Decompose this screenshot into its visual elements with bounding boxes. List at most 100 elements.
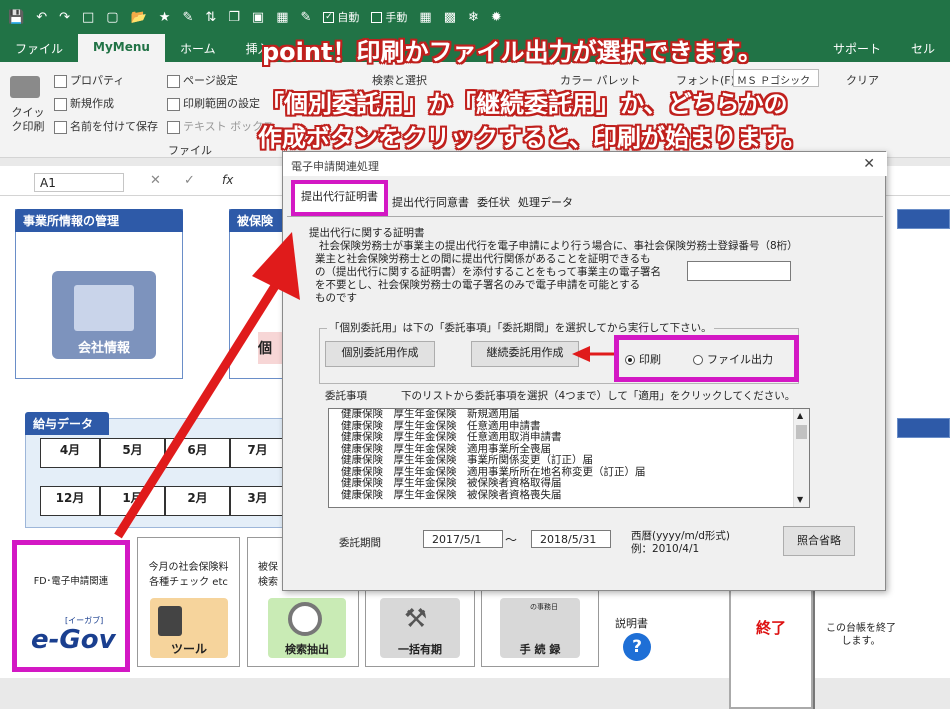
- radio-print[interactable]: 印刷: [625, 351, 661, 367]
- month-cell[interactable]: 2月: [165, 486, 230, 516]
- insured-panel: 被保険 個: [229, 209, 289, 379]
- cert-text-line: 業主と社会保険労務士との間に提出代行関係があることを証明できるも: [315, 253, 651, 265]
- tab-home[interactable]: ホーム: [165, 34, 231, 62]
- print-area-button[interactable]: 印刷範囲の設定: [167, 95, 260, 111]
- auto-calc-toggle[interactable]: ✓ 自動: [323, 9, 359, 25]
- settings-icon[interactable]: ✹: [491, 10, 502, 25]
- tab-mymenu[interactable]: MyMenu: [78, 34, 165, 62]
- check-icon[interactable]: ✓: [184, 173, 195, 188]
- tab-power-of-attorney[interactable]: 委任状: [473, 188, 514, 216]
- manual-label: 手動: [385, 11, 408, 24]
- manual-calc-toggle[interactable]: 手動: [371, 9, 407, 25]
- image-icon[interactable]: ▣: [252, 10, 264, 25]
- save-icon[interactable]: 💾: [8, 10, 24, 25]
- cancel-icon[interactable]: ✕: [150, 173, 161, 188]
- month-cell[interactable]: 6月: [165, 438, 230, 468]
- date-from-input[interactable]: 2017/5/1: [423, 530, 503, 548]
- tab-file[interactable]: ファイル: [0, 34, 78, 62]
- period-separator: ～: [505, 533, 518, 547]
- edit-icon[interactable]: ✎: [301, 10, 312, 25]
- radio-file-output[interactable]: ファイル出力: [693, 351, 773, 367]
- sort-icon[interactable]: ⇅: [205, 10, 216, 25]
- list-scrollbar[interactable]: ▲ ▼: [793, 409, 809, 507]
- entrust-instruction: 下のリストから委託事項を選択（4つまで）して「適用」をクリックしてください。: [401, 390, 796, 402]
- close-icon[interactable]: ✕: [863, 156, 875, 172]
- example-note: 例：2010/4/1: [631, 543, 700, 555]
- undo-icon[interactable]: ↶: [36, 10, 47, 25]
- star-icon[interactable]: ★: [159, 10, 171, 25]
- tool-icon: [158, 606, 182, 636]
- registration-number-input[interactable]: [687, 261, 791, 281]
- radio-selected-icon: [625, 355, 635, 365]
- print-area-label: 印刷範囲の設定: [183, 97, 260, 110]
- right-panel-header-2: [897, 418, 950, 438]
- month-cell[interactable]: 4月: [40, 438, 100, 468]
- notebook-button[interactable]: の事務日 手 続 録: [500, 598, 580, 658]
- company-panel-title: 事業所情報の管理: [15, 209, 183, 232]
- list-item[interactable]: 健康保険 厚生年金保険 被保険者資格喪失届: [329, 489, 809, 502]
- month-cell[interactable]: 12月: [40, 486, 100, 516]
- annotation-line-1: point！印刷かファイル出力が選択できます。: [262, 38, 763, 66]
- list-item[interactable]: 健康保険 厚生年金保険 事業所関係変更（訂正）届: [329, 454, 809, 467]
- months-row-2: 12月 1月 2月 3月: [40, 486, 285, 516]
- month-cell[interactable]: 3月: [230, 486, 285, 516]
- dialog-title: 電子申請関連処理: [283, 152, 887, 176]
- name-box[interactable]: A1: [34, 173, 124, 192]
- bulk-label: 一括有期: [398, 643, 442, 656]
- scroll-up-icon[interactable]: ▲: [797, 411, 803, 420]
- exit-note: この台帳を終了します。: [826, 623, 896, 647]
- clear-icon[interactable]: ✎: [182, 10, 193, 25]
- page-setup-button[interactable]: ページ設定: [167, 72, 238, 88]
- tab-submission-consent[interactable]: 提出代行同意書: [388, 188, 473, 216]
- dialog-tabs: 提出代行証明書 提出代行同意書 委任状 処理データ: [291, 180, 577, 216]
- scroll-thumb[interactable]: [796, 425, 807, 439]
- list-item[interactable]: 健康保険 厚生年金保険 被保険者資格取得届: [329, 477, 809, 490]
- exit-button[interactable]: 終了: [729, 585, 813, 709]
- new-button[interactable]: 新規作成: [54, 95, 114, 111]
- grid-icon[interactable]: ▩: [444, 10, 456, 25]
- function-icon[interactable]: fx: [222, 173, 233, 187]
- cert-text-line: ものです: [315, 292, 357, 304]
- scroll-down-icon[interactable]: ▼: [797, 495, 803, 504]
- quick-print-button[interactable]: クイック印刷: [8, 106, 48, 134]
- clear-button[interactable]: クリア: [846, 72, 879, 88]
- calendar-icon[interactable]: ▦: [419, 10, 431, 25]
- month-cell[interactable]: 1月: [100, 486, 165, 516]
- entrust-label: 委託事項: [325, 390, 367, 402]
- company-info-label: 会社情報: [77, 341, 130, 356]
- printer-icon: [10, 76, 40, 98]
- table-icon[interactable]: ▦: [276, 10, 288, 25]
- month-cell[interactable]: 7月: [230, 438, 285, 468]
- tab-cell[interactable]: セル: [896, 34, 950, 62]
- manual-label: 説明書: [615, 617, 648, 630]
- properties-button[interactable]: プロパティ: [54, 72, 124, 88]
- redo-icon[interactable]: ↷: [59, 10, 70, 25]
- insured-title-1: 被保: [258, 562, 278, 573]
- month-cell[interactable]: 5月: [100, 438, 165, 468]
- group-label: 「個別委託用」は下の「委託事項」「委託期間」を選択してから実行して下さい。: [327, 322, 714, 335]
- save-as-button[interactable]: 名前を付けて保存: [54, 118, 158, 134]
- omit-button[interactable]: 照合省略: [783, 526, 855, 556]
- tool-button[interactable]: ツール: [150, 598, 228, 658]
- copy-icon[interactable]: ❐: [228, 10, 240, 25]
- continuous-create-button[interactable]: 継続委託用作成: [471, 341, 579, 367]
- radio-print-label: 印刷: [639, 353, 661, 366]
- egov-button[interactable]: FD･電子申請関連 [イーガブ] e-Gov: [12, 540, 130, 672]
- bulk-button[interactable]: ⚒ 一括有期: [380, 598, 460, 658]
- open-icon[interactable]: 📂: [131, 10, 147, 25]
- entrust-listbox[interactable]: 健康保険 厚生年金保険 新規適用届 健康保険 厚生年金保険 任意適用申請書 健康…: [328, 408, 810, 508]
- list-item[interactable]: 健康保険 厚生年金保険 任意適用取消申請書: [329, 431, 809, 444]
- help-icon[interactable]: ?: [623, 633, 651, 661]
- date-to-input[interactable]: 2018/5/31: [531, 530, 611, 548]
- list-item[interactable]: 健康保険 厚生年金保険 新規適用届: [329, 409, 809, 421]
- search-extract-button[interactable]: 検索抽出: [268, 598, 346, 658]
- tab-submission-cert[interactable]: 提出代行証明書: [291, 180, 388, 216]
- annotation-line-3: 作成ボタンをクリックすると、印刷が始まります。: [258, 124, 807, 152]
- new-file-icon[interactable]: □: [82, 10, 94, 25]
- snowflake-icon[interactable]: ❄: [468, 10, 479, 25]
- tab-support[interactable]: サポート: [818, 34, 896, 62]
- print-preview-icon[interactable]: ▢: [106, 10, 118, 25]
- radio-empty-icon: [693, 355, 703, 365]
- individual-create-button[interactable]: 個別委託用作成: [325, 341, 435, 367]
- tab-processing-data[interactable]: 処理データ: [514, 188, 577, 216]
